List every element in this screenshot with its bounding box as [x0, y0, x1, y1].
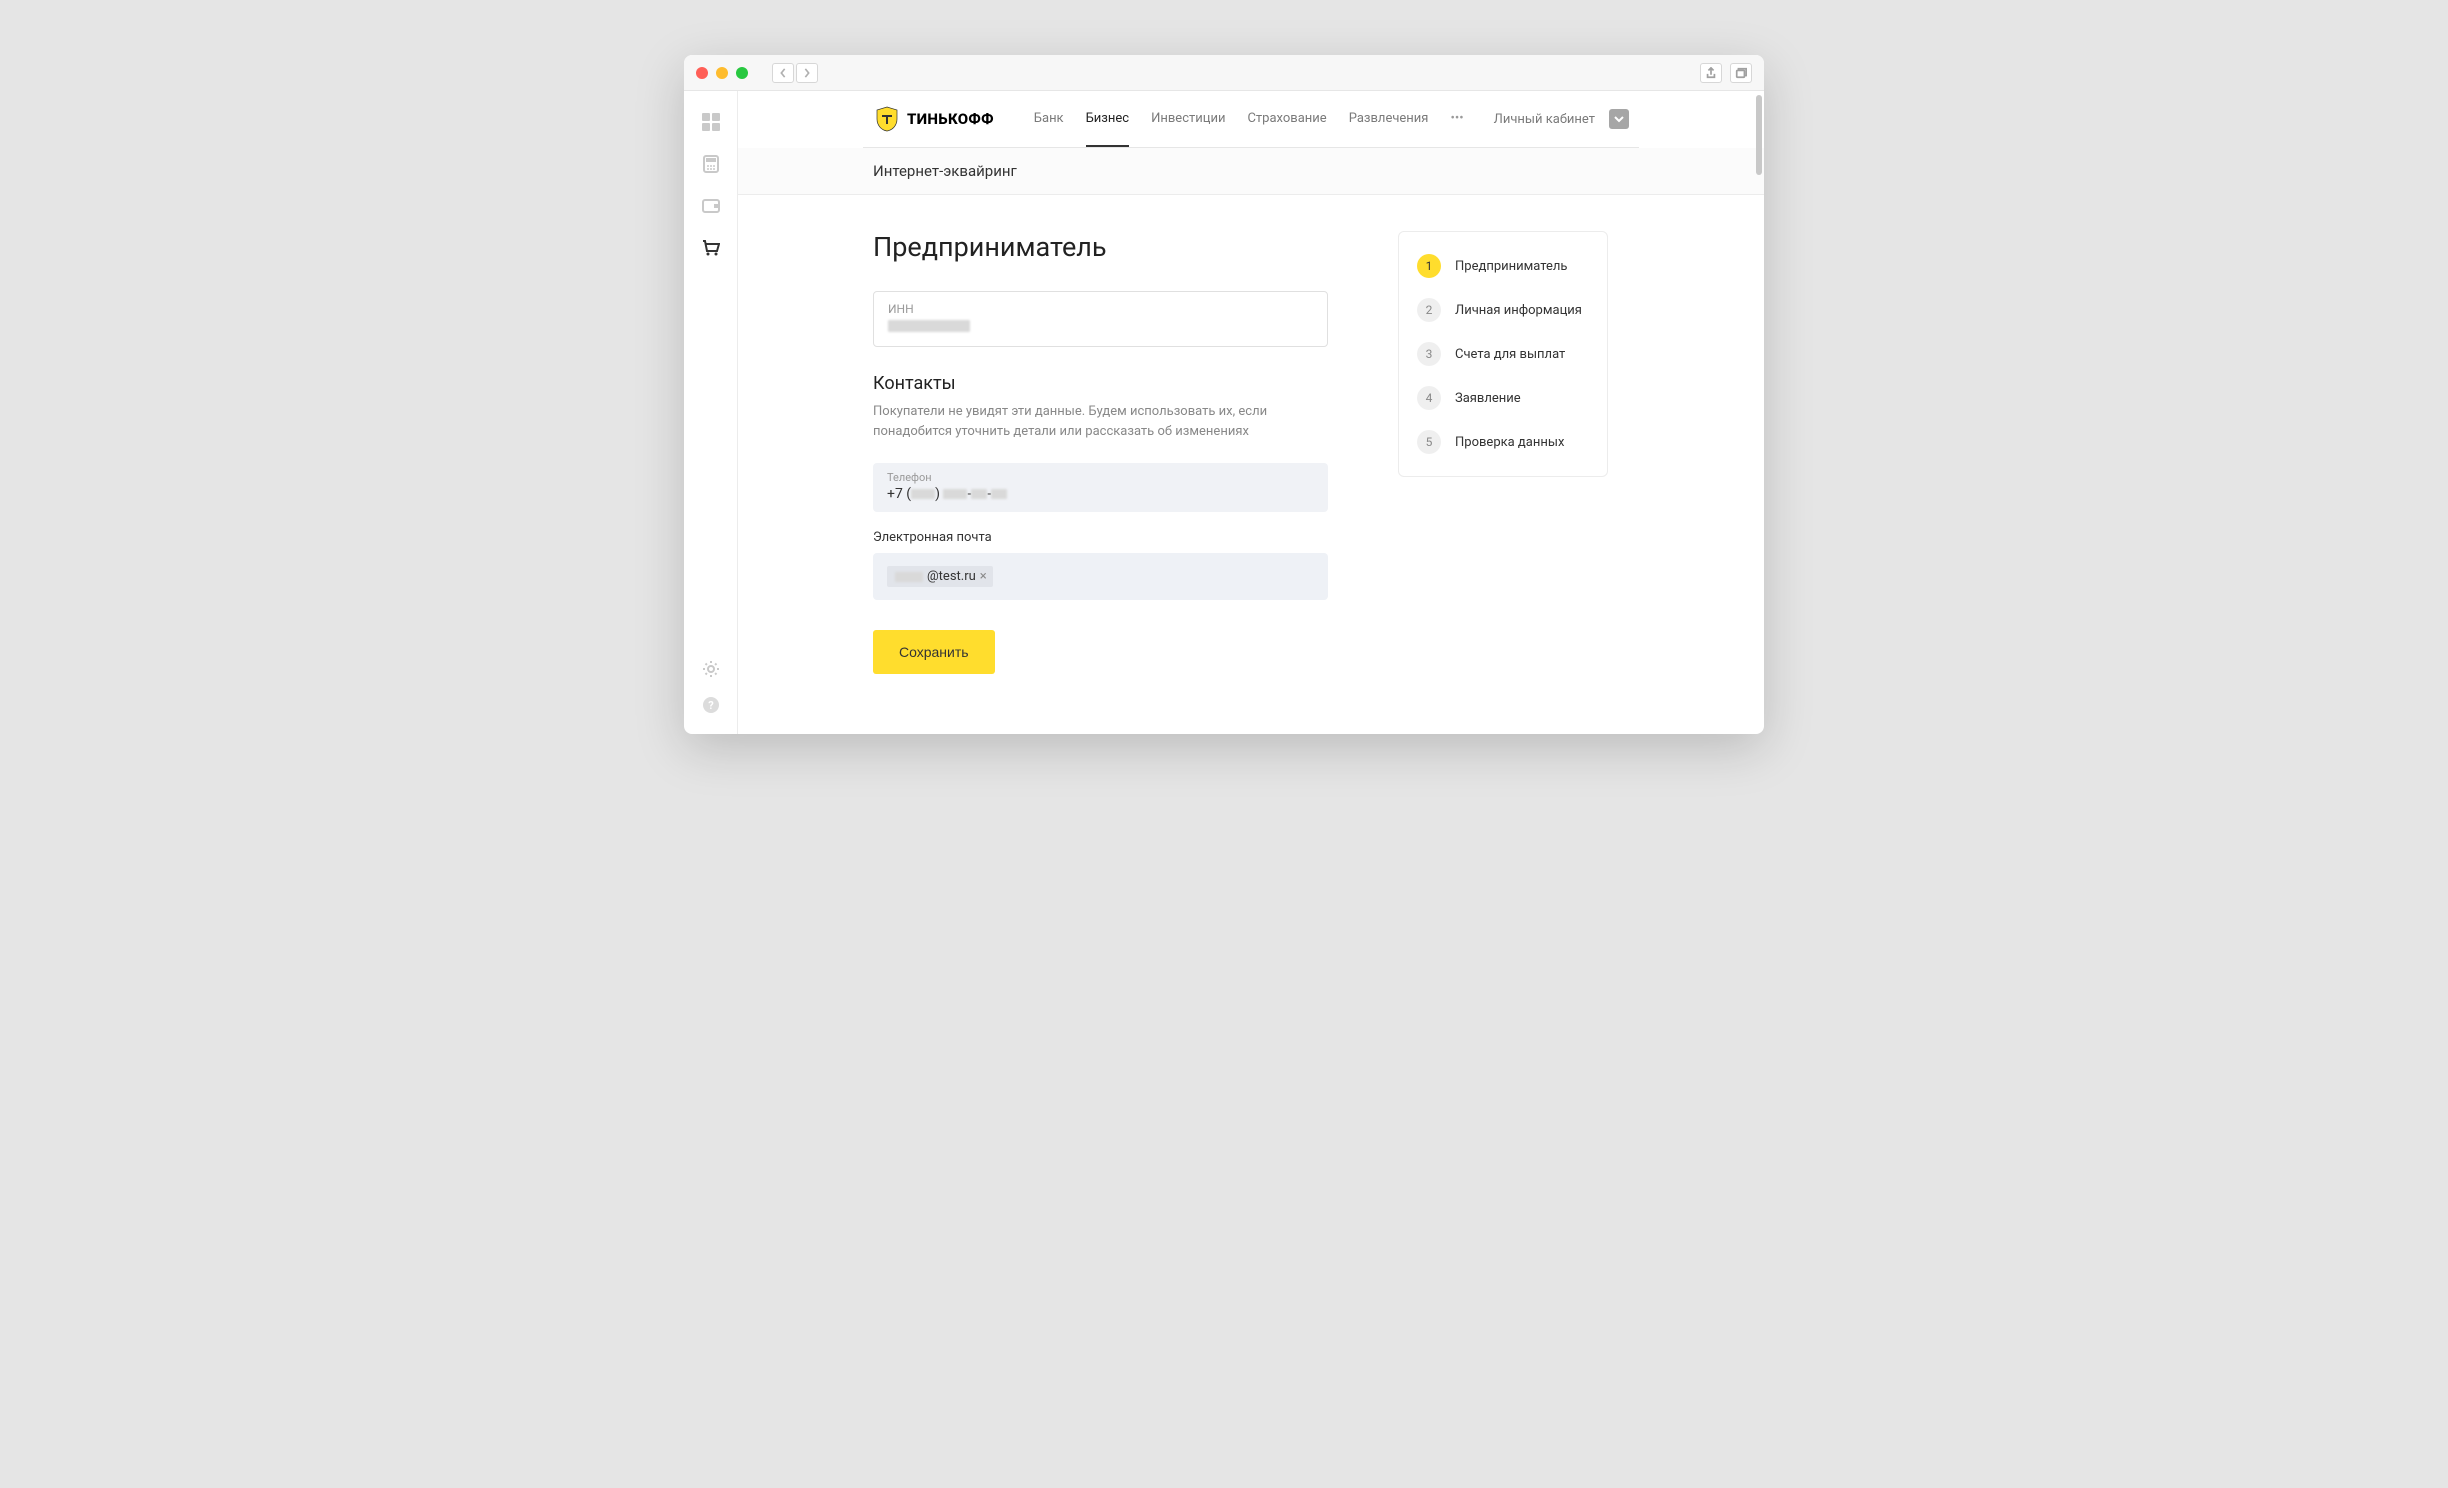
phone-label: Телефон	[887, 471, 1314, 484]
email-label: Электронная почта	[873, 530, 1328, 545]
email-chip-text: @test.ru	[927, 569, 976, 584]
contacts-heading: Контакты	[873, 373, 1328, 394]
scrollbar-thumb[interactable]	[1756, 95, 1762, 175]
step-4[interactable]: 4 Заявление	[1399, 376, 1607, 420]
logo-text: ТИНЬКОФФ	[907, 110, 994, 128]
cart-icon[interactable]	[702, 239, 720, 257]
help-icon[interactable]: ?	[702, 696, 720, 714]
inn-label: ИНН	[888, 302, 1313, 316]
step-2[interactable]: 2 Личная информация	[1399, 288, 1607, 332]
content-area: ТИНЬКОФФ Банк Бизнес Инвестиции Страхова…	[738, 91, 1764, 734]
email-field[interactable]: @test.ru ×	[873, 553, 1328, 600]
inn-value	[888, 318, 1313, 334]
step-label: Счета для выплат	[1455, 347, 1565, 362]
step-label: Проверка данных	[1455, 435, 1564, 450]
more-menu-icon[interactable]: •••	[1450, 92, 1463, 146]
step-number: 4	[1417, 386, 1441, 410]
tabs-button[interactable]	[1730, 63, 1752, 83]
dashboard-icon[interactable]	[702, 113, 720, 131]
scrollbar[interactable]	[1754, 91, 1764, 734]
forward-button[interactable]	[796, 63, 818, 83]
nav-link-business[interactable]: Бизнес	[1086, 92, 1130, 147]
step-number: 5	[1417, 430, 1441, 454]
gear-icon[interactable]	[702, 660, 720, 678]
step-number: 2	[1417, 298, 1441, 322]
logo-shield-icon	[873, 105, 901, 133]
page-title: Предприниматель	[873, 231, 1328, 263]
phone-field[interactable]: Телефон +7 () --	[873, 463, 1328, 512]
share-button[interactable]	[1700, 63, 1722, 83]
navigation-buttons	[772, 63, 818, 83]
step-number: 3	[1417, 342, 1441, 366]
steps-column: 1 Предприниматель 2 Личная информация 3 …	[1398, 231, 1608, 674]
top-navigation: ТИНЬКОФФ Банк Бизнес Инвестиции Страхова…	[863, 91, 1639, 148]
nav-link-entertainment[interactable]: Развлечения	[1349, 92, 1429, 146]
wallet-icon[interactable]	[702, 197, 720, 215]
close-window-icon[interactable]	[696, 67, 708, 79]
nav-link-invest[interactable]: Инвестиции	[1151, 92, 1225, 146]
maximize-window-icon[interactable]	[736, 67, 748, 79]
account-link[interactable]: Личный кабинет	[1494, 112, 1595, 127]
traffic-lights	[696, 67, 748, 79]
contacts-description: Покупатели не увидят эти данные. Будем и…	[873, 402, 1303, 441]
account-chevron-icon[interactable]	[1609, 109, 1629, 129]
left-rail: ?	[684, 91, 738, 734]
step-number: 1	[1417, 254, 1441, 278]
nav-link-bank[interactable]: Банк	[1034, 92, 1064, 146]
step-label: Предприниматель	[1455, 259, 1567, 274]
nav-link-insurance[interactable]: Страхование	[1247, 92, 1326, 146]
minimize-window-icon[interactable]	[716, 67, 728, 79]
topnav-links: Банк Бизнес Инвестиции Страхование Развл…	[1034, 92, 1464, 146]
step-3[interactable]: 3 Счета для выплат	[1399, 332, 1607, 376]
email-chip: @test.ru ×	[887, 566, 993, 587]
steps-list: 1 Предприниматель 2 Личная информация 3 …	[1398, 231, 1608, 477]
step-5[interactable]: 5 Проверка данных	[1399, 420, 1607, 464]
remove-email-icon[interactable]: ×	[980, 569, 987, 584]
browser-window: ? ТИНЬКОФФ Банк Бизнес Инвестиции Страхо…	[684, 55, 1764, 734]
form-column: Предприниматель ИНН Контакты Покупатели …	[873, 231, 1328, 674]
step-label: Личная информация	[1455, 303, 1582, 318]
calculator-icon[interactable]	[702, 155, 720, 173]
step-label: Заявление	[1455, 391, 1521, 406]
phone-value: +7 () --	[887, 486, 1314, 502]
back-button[interactable]	[772, 63, 794, 83]
step-1[interactable]: 1 Предприниматель	[1399, 244, 1607, 288]
svg-text:?: ?	[708, 699, 714, 712]
save-button[interactable]: Сохранить	[873, 630, 995, 674]
logo[interactable]: ТИНЬКОФФ	[873, 105, 994, 133]
titlebar	[684, 55, 1764, 91]
inn-field[interactable]: ИНН	[873, 291, 1328, 347]
subheader: Интернет-эквайринг	[738, 148, 1764, 195]
